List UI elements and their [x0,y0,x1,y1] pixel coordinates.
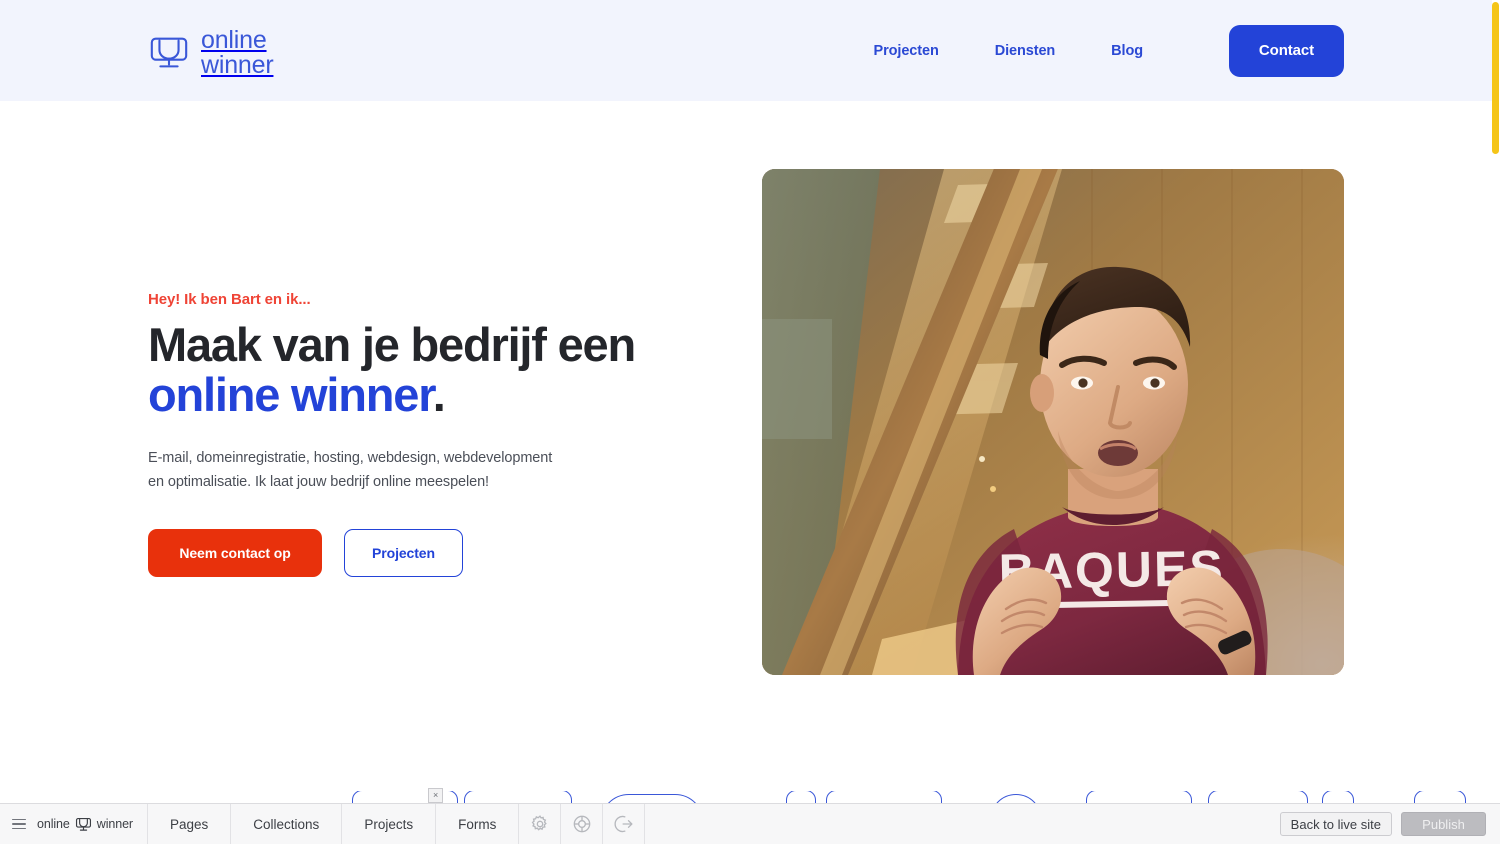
logo-line-1: online [201,26,267,54]
site-logo[interactable]: online winner [148,26,274,79]
main-navigation: Projecten Diensten Blog Contact [846,0,1344,101]
logo-line-2: winner [201,51,274,79]
close-icon[interactable]: × [428,788,444,803]
projecten-button[interactable]: Projecten [344,529,463,577]
page-title: Maak van je bedrijf een online winner. [148,320,708,420]
editor-tab-collections[interactable]: Collections [231,804,343,844]
scrollbar-thumb[interactable] [1492,2,1499,154]
hero-subtitle: E-mail, domeinregistratie, hosting, webd… [148,450,553,490]
editor-tab-projects-label: Projects [364,816,414,832]
hero-photo: BAQUES [762,169,1344,675]
hero-title-period: . [432,368,446,421]
hero-copy: Hey! Ik ben Bart en ik... Maak van je be… [148,291,708,577]
editor-toolbar: online winner Pages Collections Projects… [0,788,1500,844]
monitor-icon [75,817,92,831]
editor-tab-projects[interactable]: Projects × [342,788,444,844]
editor-brand-word-2: winner [96,817,133,831]
editor-tab-pages[interactable]: Pages [148,804,232,844]
hero-eyebrow: Hey! Ik ben Bart en ik... [148,291,311,308]
gear-icon[interactable] [519,804,562,844]
hero-title-accent: online winner [148,368,434,421]
logo-wordmark: online winner [201,26,274,79]
nav-link-projecten[interactable]: Projecten [846,43,967,59]
site-header: online winner Projecten Diensten Blog Co… [0,0,1492,101]
publish-button[interactable]: Publish [1401,812,1486,836]
editor-brand[interactable]: online winner [0,804,148,844]
contact-button[interactable]: Contact [1229,24,1344,77]
editor-tab-forms[interactable]: Forms [436,804,520,844]
hero-section: Hey! Ik ben Bart en ik... Maak van je be… [0,101,1492,791]
editor-brand-word-1: online [37,817,70,831]
editor-brand-label: online winner [37,817,133,831]
hero-photo-image: BAQUES [762,169,1344,675]
neem-contact-op-button[interactable]: Neem contact op [148,529,322,577]
page-scrollbar[interactable] [1492,0,1500,791]
logout-icon[interactable] [603,804,646,844]
trophy-monitor-icon [148,32,190,74]
hero-title-line-1: Maak van je bedrijf een [148,318,636,371]
hamburger-icon[interactable] [12,818,26,830]
lifebuoy-icon[interactable] [561,804,604,844]
nav-link-diensten[interactable]: Diensten [967,43,1083,59]
back-to-live-site-button[interactable]: Back to live site [1279,812,1392,836]
hero-actions: Neem contact op Projecten [148,529,708,577]
editor-actions: Back to live site Publish [1279,804,1500,844]
nav-link-blog[interactable]: Blog [1083,43,1171,59]
